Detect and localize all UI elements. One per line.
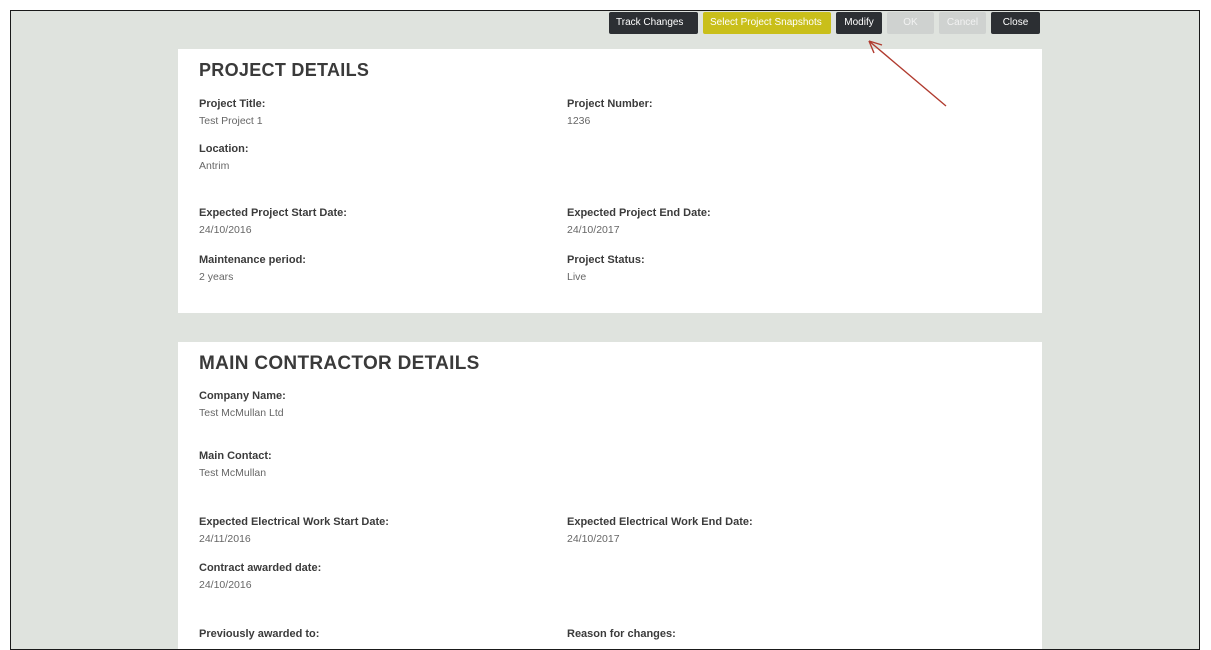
field-label: Project Title: (199, 98, 266, 110)
project-details-card: PROJECT DETAILS Project Title: Test Proj… (178, 49, 1042, 313)
project-details-heading: PROJECT DETAILS (199, 60, 370, 80)
project-start-date-field: Expected Project Start Date: 24/10/2016 (199, 207, 347, 236)
field-label: Expected Electrical Work Start Date: (199, 516, 389, 528)
field-value: 24/10/2017 (567, 533, 620, 545)
field-value: 24/10/2016 (199, 579, 252, 591)
field-label: Main Contact: (199, 450, 272, 462)
maintenance-period-field: Maintenance period: 2 years (199, 254, 306, 283)
field-value: Test Project 1 (199, 115, 263, 127)
reason-for-changes-field: Reason for changes: (567, 628, 676, 645)
field-value: Live (567, 271, 587, 283)
modify-button[interactable]: Modify (836, 12, 882, 34)
field-label: Company Name: (199, 390, 286, 402)
project-title-field: Project Title: Test Project 1 (199, 98, 265, 127)
company-name-field: Company Name: Test McMullan Ltd (199, 390, 286, 419)
field-label: Previously awarded to: (199, 628, 320, 640)
field-label: Project Number: (567, 98, 653, 110)
field-value: 24/10/2016 (199, 224, 252, 236)
field-value: 2 years (199, 271, 234, 283)
project-status-field: Project Status: Live (567, 254, 645, 283)
project-number-field: Project Number: 1236 (567, 98, 653, 127)
close-button[interactable]: Close (991, 12, 1040, 34)
page-frame: Track Changes Select Project Snapshots M… (10, 10, 1200, 650)
field-label: Location: (199, 143, 249, 155)
field-label: Expected Project End Date: (567, 207, 711, 219)
field-label: Expected Electrical Work End Date: (567, 516, 753, 528)
field-label: Expected Project Start Date: (199, 207, 347, 219)
field-value: Test McMullan (199, 467, 267, 479)
field-label: Project Status: (567, 254, 645, 266)
ok-button[interactable]: OK (887, 12, 934, 34)
field-value: Test McMullan Ltd (199, 407, 284, 419)
field-value: Antrim (199, 160, 230, 172)
location-field: Location: Antrim (199, 143, 249, 172)
electrical-start-date-field: Expected Electrical Work Start Date: 24/… (199, 516, 389, 545)
main-contractor-heading: MAIN CONTRACTOR DETAILS (199, 353, 480, 374)
main-contact-field: Main Contact: Test McMullan (199, 450, 272, 479)
field-label: Contract awarded date: (199, 562, 322, 574)
select-project-snapshots-button[interactable]: Select Project Snapshots (703, 12, 831, 34)
main-contractor-details-card: MAIN CONTRACTOR DETAILS Company Name: Te… (178, 342, 1042, 649)
field-value: 24/10/2017 (567, 224, 620, 236)
action-toolbar: Track Changes Select Project Snapshots M… (609, 12, 1040, 34)
field-label: Reason for changes: (567, 628, 676, 640)
previously-awarded-field: Previously awarded to: (199, 628, 319, 645)
electrical-end-date-field: Expected Electrical Work End Date: 24/10… (567, 516, 753, 545)
track-changes-button[interactable]: Track Changes (609, 12, 698, 34)
project-end-date-field: Expected Project End Date: 24/10/2017 (567, 207, 711, 236)
field-value: 24/11/2016 (199, 533, 251, 545)
field-label: Maintenance period: (199, 254, 306, 266)
contract-awarded-date-field: Contract awarded date: 24/10/2016 (199, 562, 321, 591)
cancel-button[interactable]: Cancel (939, 12, 986, 34)
field-value: 1236 (567, 115, 591, 127)
